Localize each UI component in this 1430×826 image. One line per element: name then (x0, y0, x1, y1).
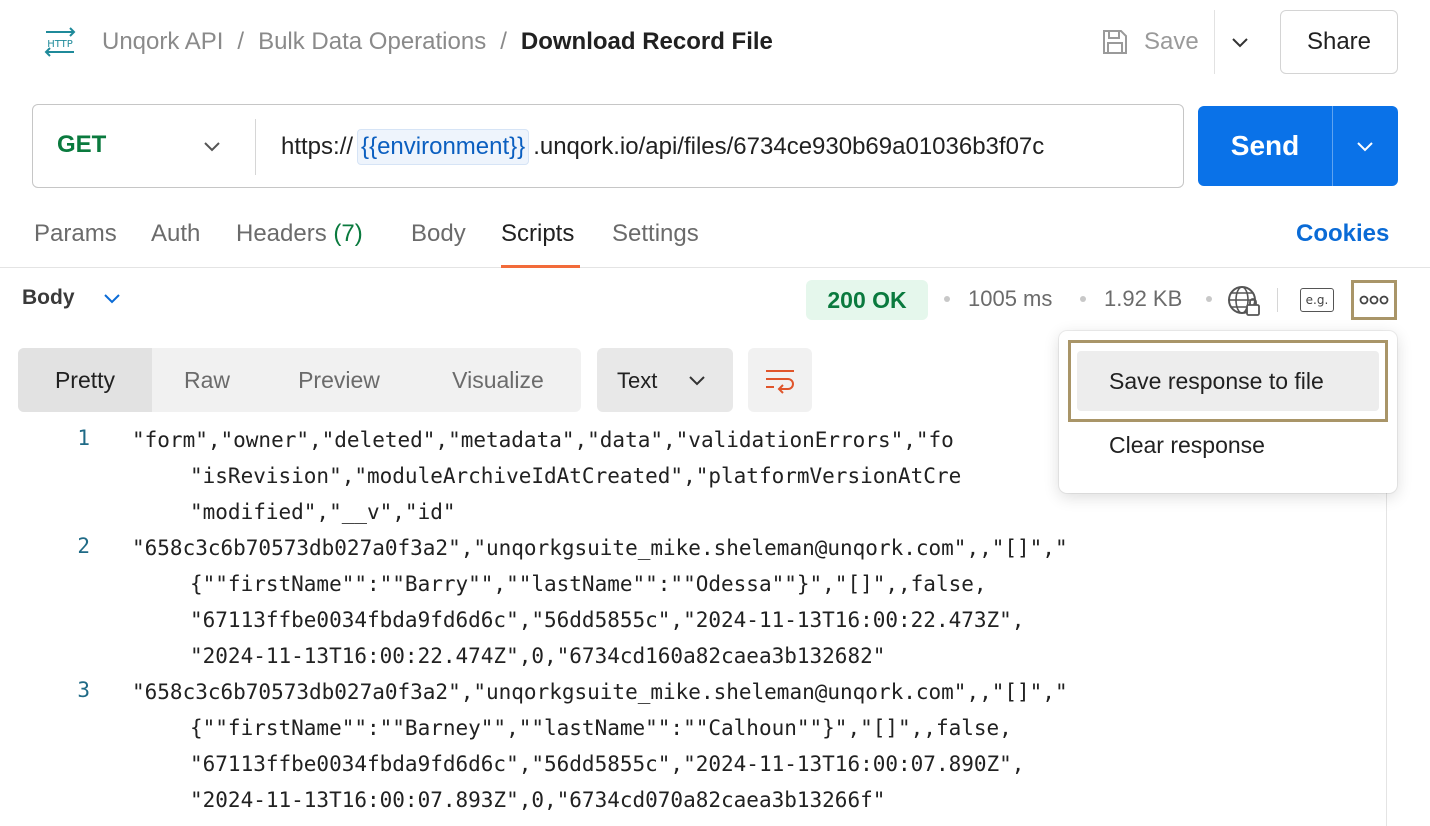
tab-auth[interactable]: Auth (151, 220, 200, 248)
chevron-down-icon[interactable] (199, 133, 225, 159)
chevron-down-icon[interactable] (1226, 28, 1254, 56)
tab-headers[interactable]: Headers (7) (236, 220, 363, 248)
format-label: Text (617, 368, 658, 393)
url-bar: GET https://{{environment}} .unqork.io/ap… (32, 104, 1184, 188)
code-line: "2024-11-13T16:00:22.474Z",0,"6734cd160a… (190, 644, 886, 668)
active-tab-indicator (501, 265, 580, 268)
tab-params[interactable]: Params (34, 220, 117, 248)
request-tabs: Params Auth Headers (7) Body Scripts Set… (0, 204, 1430, 268)
send-divider (1332, 106, 1333, 186)
line-number: 3 (77, 678, 90, 702)
header-divider (1214, 10, 1215, 74)
response-time[interactable]: 1005 ms (968, 286, 1052, 312)
wrap-lines-icon (766, 370, 794, 394)
response-view-toggle: Pretty Raw Preview Visualize (18, 348, 581, 412)
url-divider (255, 119, 256, 175)
line-number: 1 (77, 426, 90, 450)
send-button[interactable]: Send (1198, 106, 1332, 186)
meta-dot (1206, 296, 1212, 302)
view-pretty[interactable]: Pretty (18, 348, 152, 412)
environment-variable[interactable]: {{environment}} (357, 129, 530, 165)
format-select[interactable]: Text (597, 348, 733, 412)
code-line: {""firstName"":""Barry"",""lastName"":""… (190, 572, 987, 596)
code-line: "67113ffbe0034fbda9fd6d6c","56dd5855c","… (190, 752, 1025, 776)
svg-text:HTTP: HTTP (47, 39, 73, 50)
code-line: "67113ffbe0034fbda9fd6d6c","56dd5855c","… (190, 608, 1025, 632)
cookies-link[interactable]: Cookies (1296, 220, 1389, 248)
wrap-lines-button[interactable] (748, 348, 812, 412)
url-suffix: .unqork.io/api/files/6734ce930b69a01036b… (533, 133, 1045, 160)
chevron-down-icon (689, 376, 705, 386)
code-line: "658c3c6b70573db027a0f3a2","unqorkgsuite… (132, 536, 1068, 560)
request-title[interactable]: Download Record File (521, 28, 773, 55)
meta-dot (1080, 296, 1086, 302)
status-badge[interactable]: 200 OK (806, 280, 928, 320)
save-icon (1103, 30, 1127, 54)
breadcrumb: Unqork API / Bulk Data Operations / Download… (102, 28, 773, 55)
save-label: Save (1144, 28, 1199, 55)
chevron-down-icon (103, 294, 120, 304)
response-size[interactable]: 1.92 KB (1104, 286, 1182, 312)
menu-item-save-response[interactable]: Save response to file (1077, 351, 1379, 411)
url-input[interactable]: https://{{environment}} .unqork.io/api/fi… (281, 129, 1044, 165)
breadcrumb-collection[interactable]: Unqork API (102, 28, 223, 55)
code-line: "2024-11-13T16:00:07.893Z",0,"6734cd070a… (190, 788, 886, 812)
view-preview[interactable]: Preview (262, 348, 416, 412)
http-icon: HTTP (44, 27, 76, 57)
method-select[interactable]: GET (57, 131, 106, 159)
globe-lock-icon[interactable] (1226, 284, 1262, 318)
chevron-down-icon[interactable] (1352, 133, 1378, 159)
send-button-group: Send (1198, 106, 1398, 186)
save-button[interactable]: Save (1100, 22, 1199, 62)
code-line: "658c3c6b70573db027a0f3a2","unqorkgsuite… (132, 680, 1068, 704)
line-number: 2 (77, 534, 90, 558)
request-header: HTTP Unqork API / Bulk Data Operations / Dow… (0, 0, 1430, 84)
code-line: {""firstName"":""Barney"",""lastName"":"… (190, 716, 1012, 740)
breadcrumb-folder[interactable]: Bulk Data Operations (258, 28, 486, 55)
more-horizontal-icon (1359, 295, 1389, 305)
tab-body[interactable]: Body (411, 220, 466, 248)
code-line: "form","owner","deleted","metadata","dat… (132, 428, 954, 452)
response-options-menu: Save response to file Clear response (1059, 331, 1397, 493)
tab-settings[interactable]: Settings (612, 220, 699, 248)
share-button[interactable]: Share (1280, 10, 1398, 74)
meta-dot (944, 296, 950, 302)
view-raw[interactable]: Raw (152, 348, 262, 412)
headers-count: (7) (333, 220, 363, 247)
url-prefix: https:// (281, 133, 354, 160)
menu-item-clear-response[interactable]: Clear response (1077, 415, 1379, 475)
code-line: "isRevision","moduleArchiveIdAtCreated",… (190, 464, 962, 488)
save-example-icon[interactable]: e.g. (1300, 288, 1334, 312)
code-line: "modified","__v","id" (190, 500, 456, 524)
response-section-select[interactable]: Body (22, 286, 123, 310)
tab-scripts[interactable]: Scripts (501, 220, 574, 248)
more-options-button[interactable] (1351, 280, 1397, 320)
view-visualize[interactable]: Visualize (416, 348, 580, 412)
meta-divider (1277, 288, 1278, 312)
